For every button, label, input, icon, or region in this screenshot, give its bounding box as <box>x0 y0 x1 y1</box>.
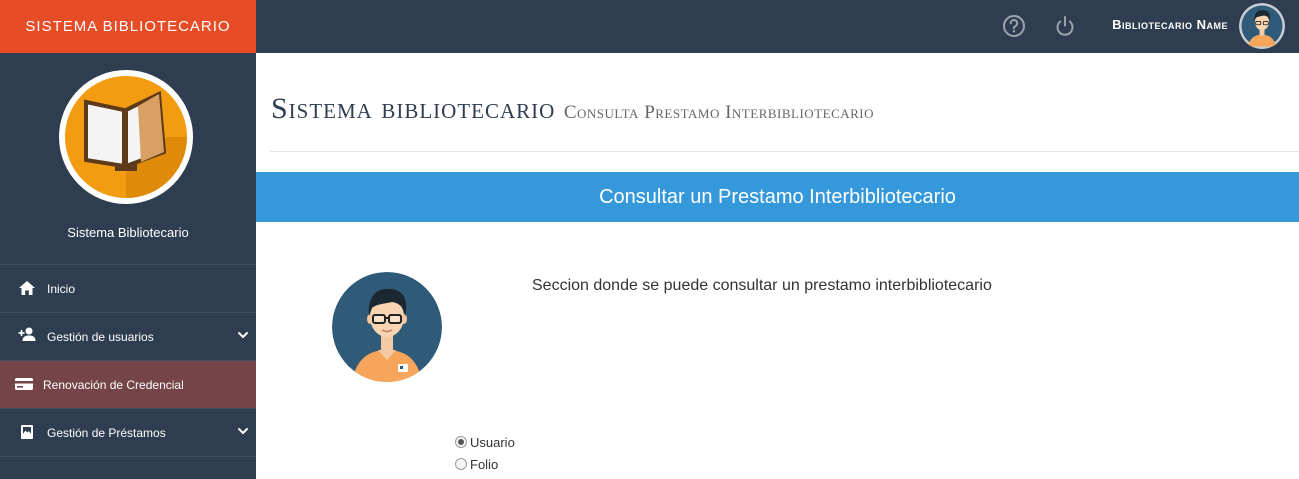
add-user-icon <box>18 326 36 342</box>
librarian-avatar <box>332 272 442 382</box>
sidebar-item-renovacion-credencial[interactable]: Renovación de Credencial <box>0 360 256 408</box>
panel-header: Consultar un Prestamo Interbibliotecario <box>256 172 1299 222</box>
brand-title[interactable]: SISTEMA BIBLIOTECARIO <box>0 0 256 53</box>
panel-description: Seccion donde se puede consultar un pres… <box>532 277 992 294</box>
page-title: Sistema bibliotecario Consulta Prestamo … <box>271 92 874 126</box>
user-name[interactable]: Bibliotecario Name <box>1112 17 1228 32</box>
page-subtitle: Consulta Prestamo Interbibliotecario <box>563 102 875 123</box>
sidebar-item-inicio[interactable]: Inicio <box>0 264 256 312</box>
chevron-down-icon[interactable] <box>237 425 249 437</box>
help-circle-icon[interactable] <box>1001 13 1027 39</box>
sidebar-item-gestion-prestamos[interactable]: Gestión de Préstamos <box>0 408 256 456</box>
sidebar-item-label: Renovación de Credencial <box>43 378 184 392</box>
radio-button[interactable] <box>455 457 467 470</box>
top-navbar: SISTEMA BIBLIOTECARIO Bibliotecario Name <box>0 0 1299 53</box>
chevron-down-icon[interactable] <box>237 329 249 341</box>
radio-label: Folio <box>470 457 499 472</box>
sidebar-menu: Inicio Gestión de usuarios Renovación de… <box>0 264 256 457</box>
home-icon <box>18 280 36 296</box>
sidebar-item-label: Inicio <box>47 282 76 296</box>
power-icon[interactable] <box>1052 13 1078 39</box>
menu-divider <box>0 456 256 457</box>
sidebar-title: Sistema Bibliotecario <box>67 225 189 240</box>
sidebar-item-gestion-usuarios[interactable]: Gestión de usuarios <box>0 312 256 360</box>
user-avatar[interactable] <box>1239 3 1285 49</box>
page-title-main: Sistema bibliotecario <box>271 92 556 125</box>
sidebar: Sistema Bibliotecario Inicio Gestión de … <box>0 53 256 479</box>
sidebar-item-label: Gestión de usuarios <box>47 330 154 344</box>
title-divider <box>270 151 1299 152</box>
book-icon <box>18 424 36 440</box>
radio-button[interactable] <box>455 435 467 448</box>
credit-card-icon <box>14 376 33 392</box>
radio-option-usuario[interactable]: Usuario <box>455 434 515 452</box>
library-logo <box>59 70 193 204</box>
radio-label: Usuario <box>470 435 515 450</box>
sidebar-item-label: Gestión de Préstamos <box>47 426 166 440</box>
radio-option-folio[interactable]: Folio <box>455 456 498 474</box>
